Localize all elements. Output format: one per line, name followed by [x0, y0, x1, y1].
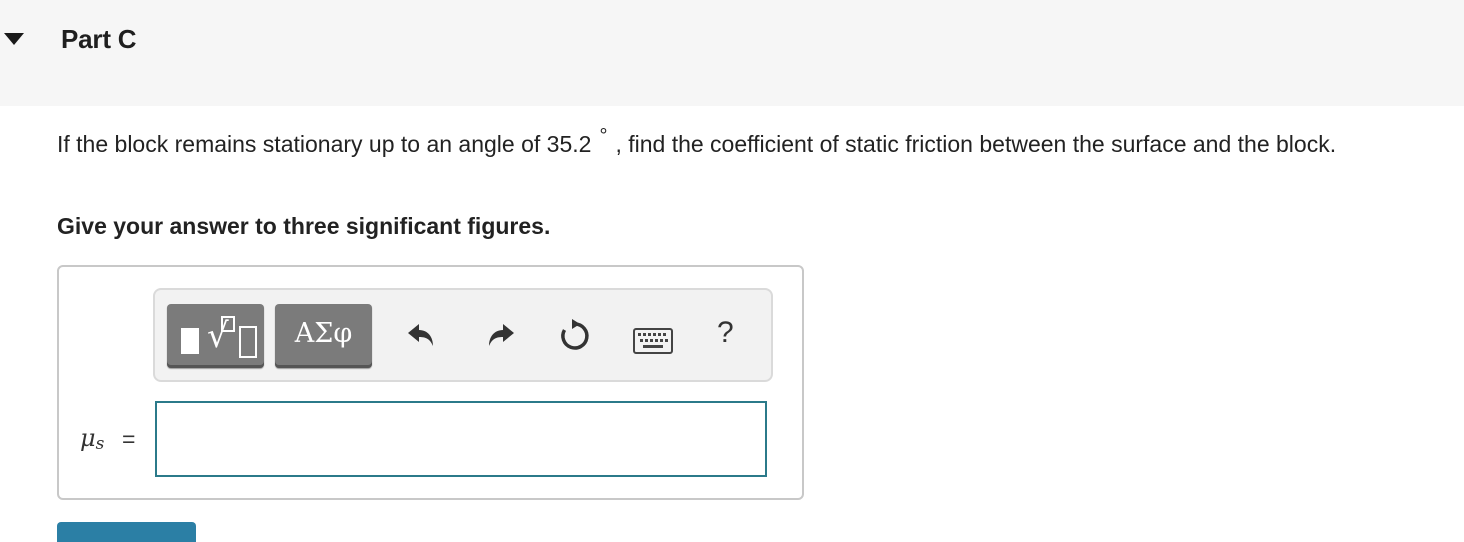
- submit-button[interactable]: [57, 522, 196, 542]
- symbols-label: ΑΣφ: [294, 318, 353, 349]
- variable-label: μs: [80, 424, 104, 454]
- question-text: If the block remains stationary up to an…: [57, 125, 1447, 162]
- instruction-text: Give your answer to three significant fi…: [57, 213, 551, 239]
- degree-symbol: °: [599, 125, 608, 147]
- question-text-after: , find the coefficient of static frictio…: [615, 131, 1337, 157]
- templates-icon: [181, 328, 199, 354]
- help-icon[interactable]: ?: [717, 316, 734, 350]
- symbols-button[interactable]: ΑΣφ: [275, 304, 372, 368]
- variable-symbol: μ: [80, 424, 96, 452]
- templates-button[interactable]: √: [167, 304, 264, 368]
- part-title: Part C: [61, 24, 137, 54]
- variable-subscript: s: [95, 434, 105, 454]
- question-text-before: If the block remains stationary up to an…: [57, 131, 592, 157]
- exponent-box-icon: [221, 316, 235, 332]
- radicand-box-icon: [239, 326, 257, 358]
- keyboard-icon[interactable]: [633, 328, 673, 354]
- part-header: Part C: [0, 0, 1464, 106]
- equals-sign: =: [122, 426, 136, 452]
- math-toolbar: √ ΑΣφ ?: [153, 288, 773, 382]
- reset-icon[interactable]: [558, 318, 592, 352]
- answer-input[interactable]: [155, 401, 767, 477]
- collapse-triangle-icon[interactable]: [4, 33, 24, 45]
- redo-icon[interactable]: [483, 318, 517, 352]
- undo-icon[interactable]: [405, 318, 439, 352]
